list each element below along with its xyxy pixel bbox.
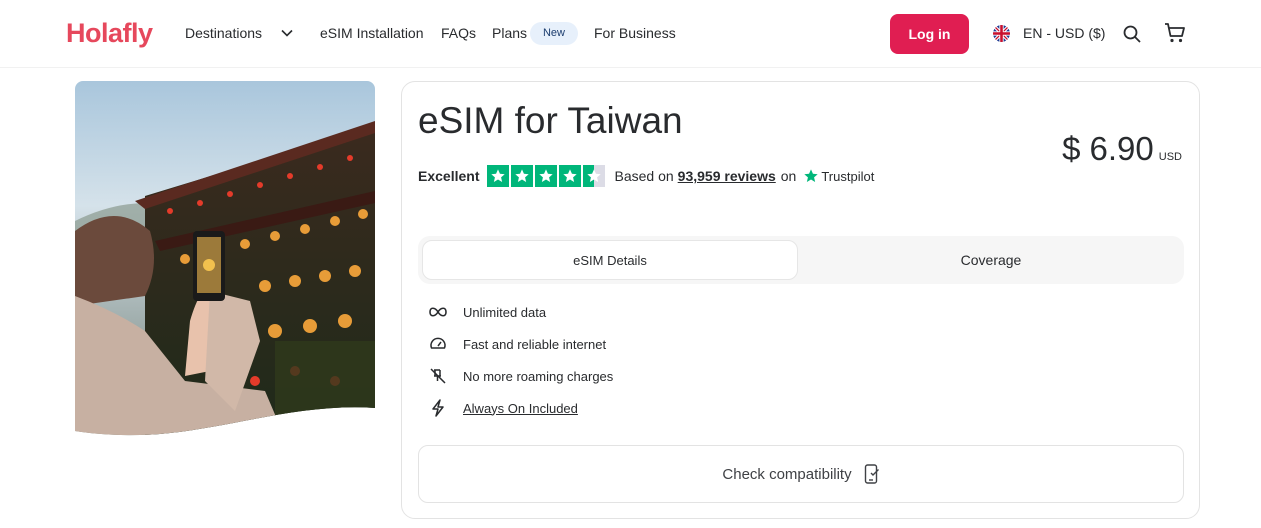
details-tabs: eSIM Details Coverage: [418, 236, 1184, 284]
trustpilot-label: Trustpilot: [821, 168, 875, 184]
feature-label: No more roaming charges: [463, 368, 614, 384]
price-amount: 6.90: [1089, 130, 1154, 167]
feature-item: Fast and reliable internet: [428, 334, 606, 354]
search-icon[interactable]: [1122, 24, 1142, 44]
language-currency-selector[interactable]: EN - USD ($): [1023, 25, 1105, 41]
uk-flag-icon[interactable]: [993, 25, 1010, 42]
product-card: eSIM for Taiwan Excellent Based on 93,95…: [401, 81, 1200, 519]
based-on-text: Based on: [614, 168, 674, 184]
check-compatibility-label: Check compatibility: [722, 465, 852, 483]
site-header: Holafly Destinations eSIM Installation F…: [0, 0, 1261, 68]
tab-esim-details[interactable]: eSIM Details: [422, 240, 798, 280]
nav-plans[interactable]: Plans: [492, 25, 527, 41]
star-rating: [487, 165, 606, 187]
lightning-icon: [428, 398, 448, 418]
price-currency: USD: [1158, 151, 1182, 163]
feature-label: Unlimited data: [463, 304, 547, 320]
chevron-down-icon[interactable]: [281, 29, 293, 37]
feature-item: No more roaming charges: [428, 366, 613, 386]
cart-icon[interactable]: [1163, 21, 1187, 45]
check-compatibility-button[interactable]: Check compatibility: [418, 445, 1184, 503]
half-star-icon: [583, 165, 606, 187]
speedometer-icon: [428, 334, 448, 354]
nav-destinations[interactable]: Destinations: [185, 25, 262, 41]
price-symbol: $: [1062, 130, 1081, 167]
star-icon: [559, 165, 582, 187]
star-icon: [487, 165, 510, 187]
feature-item: Unlimited data: [428, 302, 546, 322]
star-icon: [511, 165, 534, 187]
trustpilot-logo[interactable]: Trustpilot: [803, 168, 874, 184]
nav-for-business[interactable]: For Business: [594, 25, 676, 41]
infinity-icon: [428, 302, 448, 322]
login-button[interactable]: Log in: [890, 14, 969, 54]
nav-esim-installation[interactable]: eSIM Installation: [320, 25, 424, 41]
page-title: eSIM for Taiwan: [418, 100, 683, 141]
taiwan-hero-image: [75, 81, 375, 436]
rating-word: Excellent: [418, 168, 480, 184]
nav-faqs[interactable]: FAQs: [441, 25, 476, 41]
tab-coverage[interactable]: Coverage: [802, 240, 1180, 280]
trustpilot-rating: Excellent Based on 93,959 reviews on Tru…: [418, 165, 874, 187]
reviews-count-link[interactable]: 93,959 reviews: [678, 168, 776, 184]
holafly-logo[interactable]: Holafly: [66, 18, 153, 49]
always-on-link[interactable]: Always On Included: [463, 401, 578, 416]
feature-label: Fast and reliable internet: [463, 336, 607, 352]
feature-item: Always On Included: [428, 398, 578, 418]
no-roaming-icon: [428, 366, 448, 386]
star-icon: [535, 165, 558, 187]
on-text: on: [780, 168, 797, 184]
new-badge: New: [530, 22, 578, 45]
trustpilot-star-icon: [804, 169, 818, 182]
price: $ 6.90 USD: [1062, 130, 1182, 168]
phone-check-icon: [864, 464, 879, 484]
